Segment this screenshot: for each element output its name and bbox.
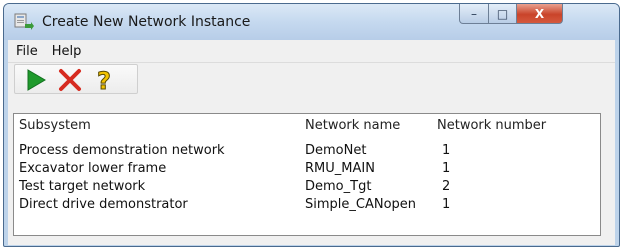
list-item[interactable]: Direct drive demonstrator Simple_CANopen…: [14, 196, 600, 214]
svg-text:?: ?: [97, 67, 111, 93]
cell-network-name: RMU_MAIN: [305, 161, 375, 176]
play-icon[interactable]: [23, 67, 49, 93]
red-x-icon[interactable]: [57, 67, 83, 93]
list-item[interactable]: Test target network Demo_Tgt 2: [14, 178, 600, 196]
toolbar: ?: [8, 63, 615, 96]
maximize-icon: □: [496, 6, 509, 21]
list-item[interactable]: Process demonstration network DemoNet 1: [14, 142, 600, 160]
close-button[interactable]: X: [517, 4, 563, 24]
list-header: Subsystem Network name Network number: [14, 114, 600, 136]
cell-subsystem: Process demonstration network: [19, 143, 225, 158]
title-bar[interactable]: Create New Network Instance – □ X: [4, 4, 619, 40]
menu-bar: File Help: [8, 40, 615, 63]
column-header-network-number[interactable]: Network number: [437, 118, 546, 133]
cell-network-number: 1: [442, 161, 451, 176]
maximize-button[interactable]: □: [489, 4, 517, 24]
cell-network-name: Demo_Tgt: [305, 179, 372, 194]
cell-network-number: 2: [442, 179, 451, 194]
cell-subsystem: Test target network: [19, 179, 146, 194]
column-header-subsystem[interactable]: Subsystem: [19, 118, 91, 133]
minimize-icon: –: [471, 6, 477, 21]
cell-subsystem: Direct drive demonstrator: [19, 197, 188, 212]
list-item[interactable]: Excavator lower frame RMU_MAIN 1: [14, 160, 600, 178]
app-icon: [14, 13, 34, 30]
cell-subsystem: Excavator lower frame: [19, 161, 167, 176]
column-header-network-name[interactable]: Network name: [305, 118, 400, 133]
close-icon: X: [534, 6, 545, 21]
cell-network-number: 1: [442, 197, 451, 212]
window-title: Create New Network Instance: [42, 14, 251, 30]
network-list[interactable]: Subsystem Network name Network number Pr…: [13, 113, 601, 236]
toolbar-group: ?: [14, 64, 138, 94]
cell-network-name: Simple_CANopen: [305, 197, 417, 212]
menu-file[interactable]: File: [8, 44, 45, 59]
minimize-button[interactable]: –: [459, 4, 489, 24]
list-rows: Process demonstration network DemoNet 1 …: [14, 142, 600, 214]
cell-network-number: 1: [442, 143, 451, 158]
menu-help[interactable]: Help: [45, 44, 89, 59]
cell-network-name: DemoNet: [305, 143, 367, 158]
question-mark-icon[interactable]: ?: [91, 67, 117, 93]
